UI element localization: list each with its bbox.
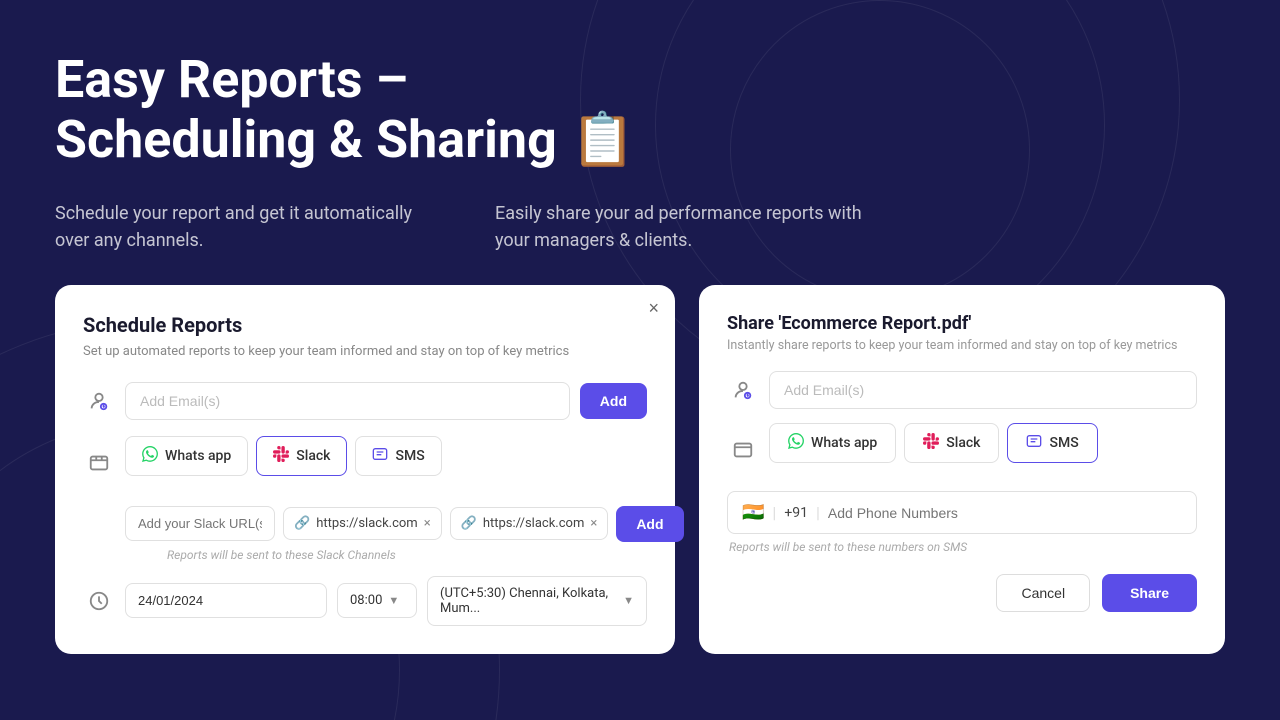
sms-tab-label: SMS: [395, 448, 424, 464]
phone-number-row: 🇮🇳 | +91 |: [727, 491, 1197, 534]
cards-row: × Schedule Reports Set up automated repo…: [55, 285, 1225, 653]
time-chevron-icon: ▼: [388, 594, 399, 607]
share-slack-label: Slack: [946, 435, 980, 451]
hero-title-line2: Scheduling & Sharing: [55, 110, 557, 170]
slack-add-button[interactable]: Add: [616, 506, 683, 542]
share-card-title: Share 'Ecommerce Report.pdf': [727, 313, 1197, 334]
schedule-channel-tabs: Whats app Slack SMS: [125, 436, 442, 476]
share-slack-icon: [923, 433, 939, 453]
clipboard-emoji: 📋: [571, 114, 636, 166]
share-channel-tabs: Whats app Slack SMS: [769, 423, 1098, 463]
share-footer: Cancel Share: [727, 574, 1197, 612]
email-row-icon: [83, 385, 115, 417]
slack-url-input[interactable]: [125, 506, 275, 541]
close-button[interactable]: ×: [648, 299, 659, 317]
link-icon-2: 🔗: [461, 516, 477, 531]
sms-icon: [372, 446, 388, 466]
subtitle-right: Easily share your ad performance reports…: [495, 200, 875, 256]
share-sms-tab[interactable]: SMS: [1007, 423, 1097, 463]
slack-url-2: https://slack.com: [483, 516, 585, 531]
timezone-select[interactable]: (UTC+5:30) Chennai, Kolkata, Mum... ▼: [427, 576, 647, 626]
channel-row-icon: [83, 447, 115, 479]
email-input[interactable]: [125, 382, 570, 420]
share-email-row: [727, 371, 1197, 409]
sms-tab[interactable]: SMS: [355, 436, 441, 476]
time-value: 08:00: [350, 593, 382, 608]
email-add-button[interactable]: Add: [580, 383, 647, 419]
channel-tabs-row: Whats app Slack SMS: [83, 436, 647, 490]
link-icon-1: 🔗: [294, 516, 310, 531]
slack-url-tag-1: 🔗 https://slack.com ×: [283, 507, 442, 540]
remove-url-2-button[interactable]: ×: [590, 516, 597, 531]
share-sms-label: SMS: [1049, 435, 1078, 451]
whatsapp-tab[interactable]: Whats app: [125, 436, 248, 476]
share-sms-icon: [1026, 433, 1042, 453]
slack-url-tag-2: 🔗 https://slack.com ×: [450, 507, 609, 540]
slack-note: Reports will be sent to these Slack Chan…: [167, 548, 647, 562]
hero-title-line1: Easy Reports –: [55, 49, 408, 110]
hero-title: Easy Reports – Scheduling & Sharing 📋: [55, 50, 1225, 170]
sms-note: Reports will be sent to these numbers on…: [729, 540, 1197, 554]
date-input[interactable]: [125, 583, 327, 618]
phone-divider: |: [772, 503, 776, 522]
slack-urls-row: 🔗 https://slack.com × 🔗 https://slack.co…: [125, 506, 647, 542]
schedule-reports-card: × Schedule Reports Set up automated repo…: [55, 285, 675, 653]
cancel-button[interactable]: Cancel: [996, 574, 1090, 612]
share-button[interactable]: Share: [1102, 574, 1197, 612]
timezone-chevron-icon: ▼: [623, 594, 634, 607]
share-email-icon: [727, 374, 759, 406]
india-flag-icon: 🇮🇳: [742, 502, 764, 523]
whatsapp-icon: [142, 446, 158, 466]
schedule-card-title: Schedule Reports: [83, 313, 647, 337]
subtitle-row: Schedule your report and get it automati…: [55, 200, 1225, 256]
datetime-row: 08:00 ▼ (UTC+5:30) Chennai, Kolkata, Mum…: [83, 576, 647, 626]
share-report-card: Share 'Ecommerce Report.pdf' Instantly s…: [699, 285, 1225, 653]
share-channel-icon: [727, 434, 759, 466]
country-code: +91: [784, 505, 808, 521]
slack-url-1: https://slack.com: [316, 516, 418, 531]
timezone-value: (UTC+5:30) Chennai, Kolkata, Mum...: [440, 586, 617, 616]
subtitle-left: Schedule your report and get it automati…: [55, 200, 435, 256]
slack-tab[interactable]: Slack: [256, 436, 347, 476]
share-whatsapp-icon: [788, 433, 804, 453]
schedule-card-subtitle: Set up automated reports to keep your te…: [83, 343, 647, 361]
remove-url-1-button[interactable]: ×: [424, 516, 431, 531]
share-whatsapp-label: Whats app: [811, 435, 877, 451]
slack-icon: [273, 446, 289, 466]
share-card-subtitle: Instantly share reports to keep your tea…: [727, 338, 1197, 353]
share-channel-row: Whats app Slack SMS: [727, 423, 1197, 477]
share-email-input[interactable]: [769, 371, 1197, 409]
time-select[interactable]: 08:00 ▼: [337, 583, 417, 618]
phone-number-input[interactable]: [828, 505, 1182, 521]
slack-tab-label: Slack: [296, 448, 330, 464]
share-slack-tab[interactable]: Slack: [904, 423, 999, 463]
whatsapp-tab-label: Whats app: [165, 448, 231, 464]
share-whatsapp-tab[interactable]: Whats app: [769, 423, 896, 463]
email-input-row: Add: [83, 382, 647, 420]
clock-icon: [83, 585, 115, 617]
